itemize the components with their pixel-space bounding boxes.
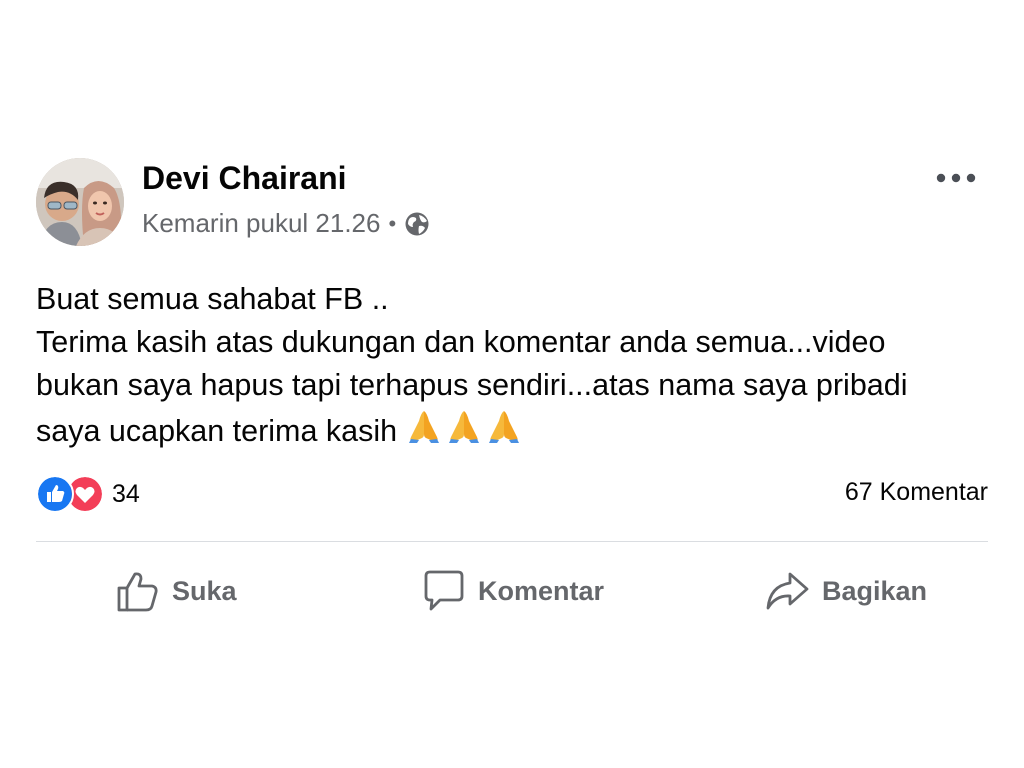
more-options-icon — [936, 173, 976, 183]
comment-count-link[interactable]: 67 Komentar — [845, 478, 988, 507]
author-avatar[interactable] — [36, 158, 124, 246]
post-text-line-last: saya ucapkan terima kasih — [36, 407, 996, 457]
share-arrow-icon — [766, 572, 809, 610]
folded-hands-emoji — [449, 411, 480, 443]
post-timestamp[interactable]: Kemarin pukul 21.26 — [142, 208, 380, 239]
comment-button[interactable]: Komentar — [420, 566, 604, 616]
post-text-line: saya ucapkan terima kasih — [36, 414, 398, 448]
emoji-group — [405, 407, 525, 457]
post-text-line: bukan saya hapus tapi terhapus sendiri..… — [36, 368, 908, 402]
post-text: Buat semua sahabat FB .. Terima kasih at… — [36, 278, 996, 457]
folded-hands-emoji — [489, 411, 520, 443]
share-button-label: Bagikan — [822, 575, 928, 606]
share-button[interactable]: Bagikan — [764, 566, 927, 616]
comment-button-label: Komentar — [478, 575, 605, 606]
thumbs-up-icon — [117, 572, 158, 612]
post-text-line: Terima kasih atas dukungan dan komentar … — [36, 325, 886, 359]
globe-icon[interactable] — [404, 211, 430, 237]
reaction-count: 34 — [112, 479, 140, 508]
reaction-summary[interactable]: 34 — [36, 475, 140, 513]
post-meta: Kemarin pukul 21.26 • — [142, 208, 430, 239]
meta-separator: • — [388, 210, 397, 236]
comment-bubble-icon — [424, 570, 464, 611]
like-icon — [36, 475, 74, 513]
more-options-button[interactable] — [932, 162, 980, 194]
profile-photo — [36, 158, 124, 246]
like-button[interactable]: Suka — [114, 566, 237, 616]
folded-hands-emoji — [409, 411, 440, 443]
author-name[interactable]: Devi Chairani — [142, 160, 347, 197]
post-text-line: Buat semua sahabat FB .. — [36, 282, 389, 316]
divider — [36, 541, 988, 542]
like-button-label: Suka — [172, 575, 237, 606]
facebook-post: Devi Chairani Kemarin pukul 21.26 • Buat… — [0, 0, 1024, 768]
